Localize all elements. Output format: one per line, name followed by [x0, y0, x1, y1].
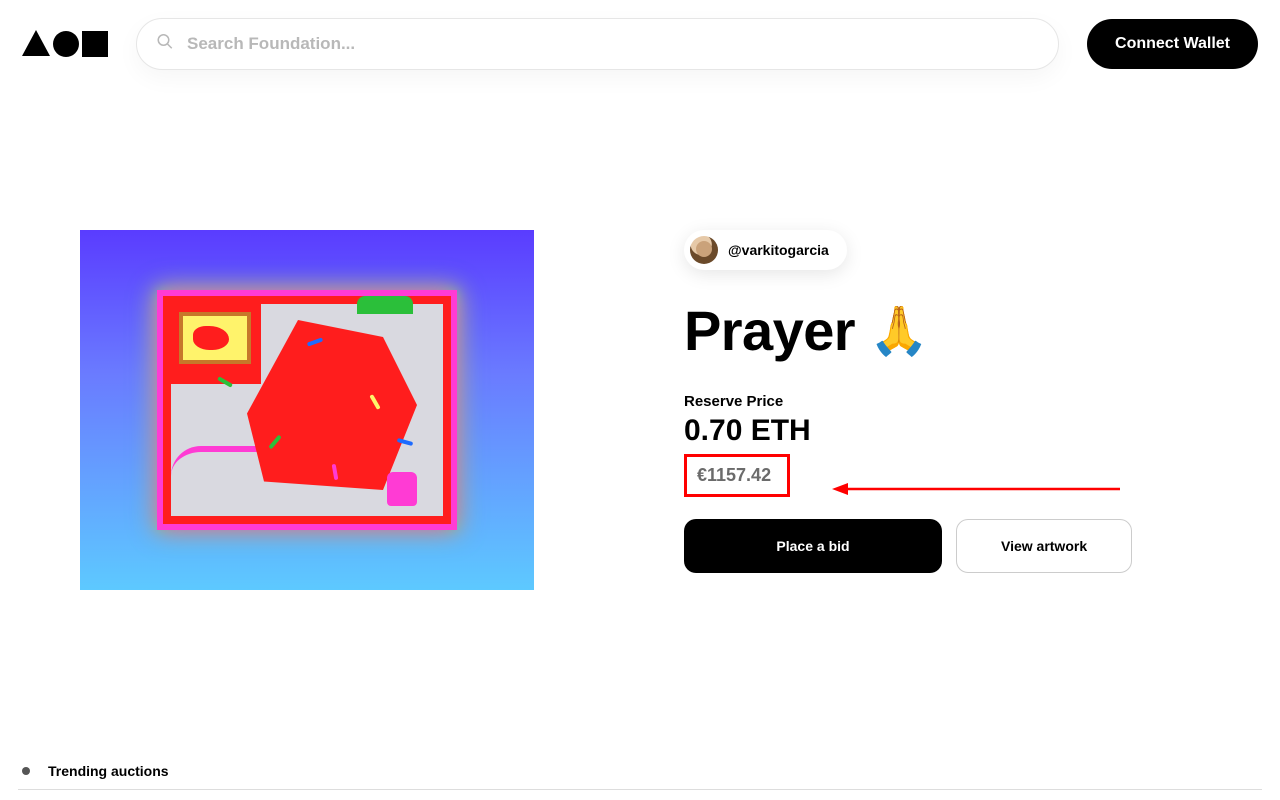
main: @varkitogarcia Prayer 🙏 Reserve Price 0.… — [0, 70, 1280, 590]
trending-section: Trending auctions — [18, 749, 1262, 790]
view-artwork-button[interactable]: View artwork — [956, 519, 1132, 573]
connect-wallet-button[interactable]: Connect Wallet — [1087, 19, 1258, 69]
artwork-image[interactable] — [80, 230, 534, 590]
annotation-highlight: €1157.42 — [684, 454, 790, 497]
logo[interactable] — [22, 30, 108, 58]
trending-label[interactable]: Trending auctions — [48, 763, 169, 779]
action-row: Place a bid View artwork — [684, 519, 1200, 573]
creator-handle: @varkitogarcia — [728, 242, 829, 258]
price-eth: 0.70 ETH — [684, 414, 1200, 448]
artwork-illustration — [157, 290, 457, 530]
artwork-title: Prayer 🙏 — [684, 298, 1200, 363]
price-fiat: €1157.42 — [697, 465, 771, 486]
search-wrap — [136, 18, 1059, 70]
place-bid-button[interactable]: Place a bid — [684, 519, 942, 573]
reserve-price-label: Reserve Price — [684, 393, 1200, 410]
header: Connect Wallet — [0, 0, 1280, 70]
bullet-icon — [22, 767, 30, 775]
search-icon — [156, 33, 174, 56]
artwork-details: @varkitogarcia Prayer 🙏 Reserve Price 0.… — [684, 230, 1200, 573]
pray-icon: 🙏 — [869, 302, 928, 359]
title-text: Prayer — [684, 298, 855, 363]
avatar — [690, 236, 718, 264]
search-input[interactable] — [136, 18, 1059, 70]
creator-chip[interactable]: @varkitogarcia — [684, 230, 847, 270]
